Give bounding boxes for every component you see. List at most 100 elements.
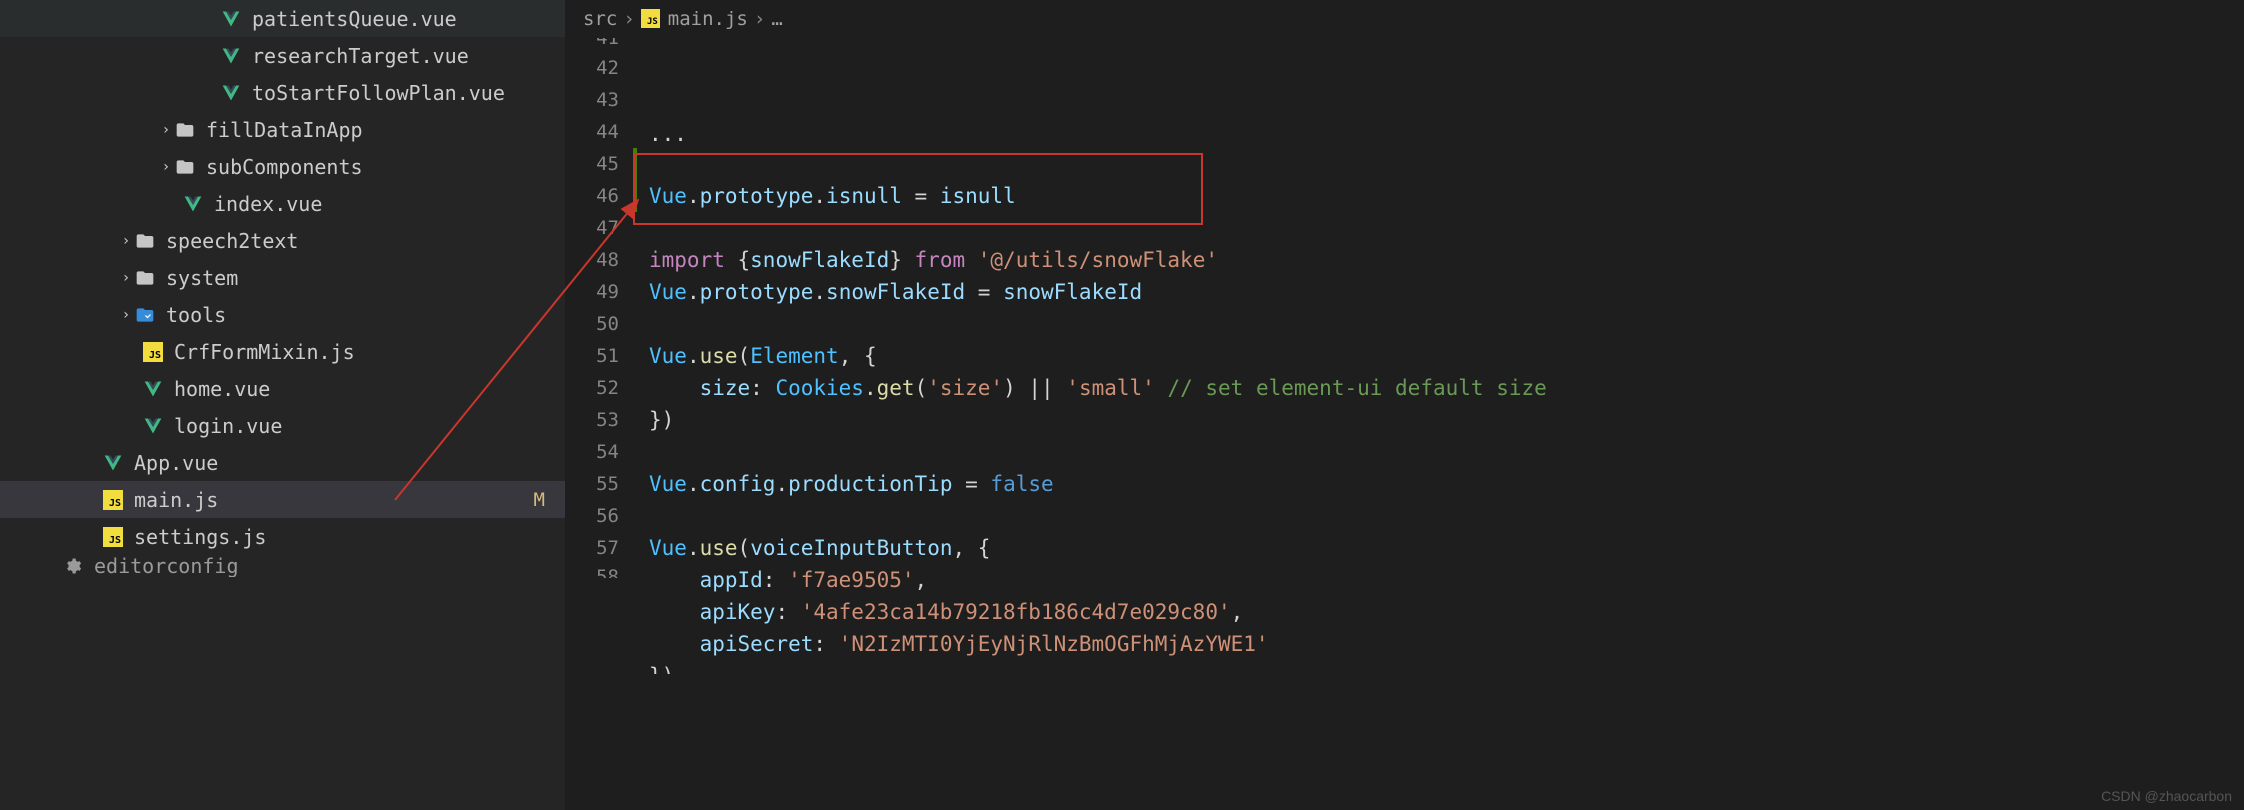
vue-icon bbox=[142, 378, 164, 400]
tree-item-home-vue[interactable]: home.vue bbox=[0, 370, 565, 407]
chevron-right-icon: › bbox=[118, 307, 134, 323]
line-number: 41 bbox=[565, 38, 619, 52]
tree-item-tools[interactable]: › tools bbox=[0, 296, 565, 333]
file-tree: patientsQueue.vue researchTarget.vue toSta… bbox=[0, 0, 565, 810]
breadcrumb-trail[interactable]: … bbox=[771, 8, 782, 30]
line-number: 57 bbox=[565, 532, 619, 564]
editor-pane: src › JS main.js › … 414243444546474849 5… bbox=[565, 0, 2244, 810]
tree-item-researchtarget-vue[interactable]: researchTarget.vue bbox=[0, 37, 565, 74]
tree-item-label: toStartFollowPlan.vue bbox=[252, 81, 565, 105]
tree-item-crfformmixin-js[interactable]: JS CrfFormMixin.js bbox=[0, 333, 565, 370]
tree-item-app-vue[interactable]: App.vue bbox=[0, 444, 565, 481]
tree-item-label: speech2text bbox=[166, 229, 565, 253]
code-line[interactable]: size: Cookies.get('size') || 'small' // … bbox=[649, 372, 2244, 404]
tree-item-label: subComponents bbox=[206, 155, 565, 179]
line-number: 42 bbox=[565, 52, 619, 84]
code-line[interactable] bbox=[649, 436, 2244, 468]
chevron-right-icon: › bbox=[158, 122, 174, 138]
code-line[interactable]: Vue.config.productionTip = false bbox=[649, 468, 2244, 500]
code-line[interactable]: }) bbox=[649, 660, 2244, 674]
vue-icon bbox=[142, 415, 164, 437]
tree-item-label: App.vue bbox=[134, 451, 565, 475]
vue-icon bbox=[182, 193, 204, 215]
tree-item-settings-js[interactable]: JSsettings.js bbox=[0, 518, 565, 555]
tree-item-main-js[interactable]: JS main.jsM bbox=[0, 481, 565, 518]
watermark: CSDN @zhaocarbon bbox=[2101, 788, 2232, 804]
breadcrumb-separator: › bbox=[754, 8, 765, 30]
chevron-right-icon: › bbox=[158, 159, 174, 175]
line-number: 52 bbox=[565, 372, 619, 404]
code-area[interactable]: 414243444546474849505152535455565758 ...… bbox=[565, 38, 2244, 810]
breadcrumb[interactable]: src › JS main.js › … bbox=[565, 0, 2244, 38]
folder-icon bbox=[174, 119, 196, 141]
vue-icon bbox=[220, 8, 242, 30]
tree-item-label: patientsQueue.vue bbox=[252, 7, 565, 31]
tools-folder-icon bbox=[134, 304, 156, 326]
tree-item-filldatainapp[interactable]: › fillDataInApp bbox=[0, 111, 565, 148]
code-line[interactable] bbox=[649, 148, 2244, 180]
line-number: 48 bbox=[565, 244, 619, 276]
tree-item-label: editorconfig bbox=[94, 555, 565, 577]
breadcrumb-folder[interactable]: src bbox=[583, 8, 617, 30]
tree-item-label: main.js bbox=[134, 488, 534, 512]
breadcrumb-separator: › bbox=[623, 8, 634, 30]
line-number: 56 bbox=[565, 500, 619, 532]
code-line[interactable]: }) bbox=[649, 404, 2244, 436]
line-number: 55 bbox=[565, 468, 619, 500]
line-gutter: 414243444546474849505152535455565758 bbox=[565, 38, 637, 810]
tree-item-login-vue[interactable]: login.vue bbox=[0, 407, 565, 444]
tree-item-speech2text[interactable]: ›speech2text bbox=[0, 222, 565, 259]
folder-icon bbox=[134, 267, 156, 289]
line-number: 47 bbox=[565, 212, 619, 244]
line-number: 58 bbox=[565, 564, 619, 578]
code-line[interactable]: ... bbox=[649, 134, 2244, 148]
code-line[interactable] bbox=[649, 500, 2244, 532]
line-number: 43 bbox=[565, 84, 619, 116]
tree-item-subcomponents[interactable]: › subComponents bbox=[0, 148, 565, 185]
folder-icon bbox=[134, 230, 156, 252]
tree-item-editorconfig[interactable]: editorconfig bbox=[0, 555, 565, 577]
code-line[interactable]: Vue.prototype.snowFlakeId = snowFlakeId bbox=[649, 276, 2244, 308]
tree-item-patientsqueue-vue[interactable]: patientsQueue.vue bbox=[0, 0, 565, 37]
code-line[interactable]: apiSecret: 'N2IzMTI0YjEyNjRlNzBmOGFhMjAz… bbox=[649, 628, 2244, 660]
code-line[interactable]: Vue.prototype.isnull = isnull bbox=[649, 180, 2244, 212]
chevron-right-icon: › bbox=[118, 270, 134, 286]
tree-item-label: fillDataInApp bbox=[206, 118, 565, 142]
tree-item-label: CrfFormMixin.js bbox=[174, 340, 565, 364]
line-number: 49 bbox=[565, 276, 619, 308]
code-line[interactable] bbox=[649, 212, 2244, 244]
line-number: 45 bbox=[565, 148, 619, 180]
tree-item-label: home.vue bbox=[174, 377, 565, 401]
vue-icon bbox=[220, 82, 242, 104]
vue-icon bbox=[102, 452, 124, 474]
tree-item-label: system bbox=[166, 266, 565, 290]
line-number: 46 bbox=[565, 180, 619, 212]
tree-item-system[interactable]: › system bbox=[0, 259, 565, 296]
code-line[interactable] bbox=[649, 308, 2244, 340]
tree-item-label: researchTarget.vue bbox=[252, 44, 565, 68]
breadcrumb-file[interactable]: main.js bbox=[668, 8, 748, 30]
code-line[interactable]: Vue.use(voiceInputButton, { bbox=[649, 532, 2244, 564]
code-content[interactable]: ... Vue.prototype.isnull = isnull import {… bbox=[637, 38, 2244, 810]
line-number: 54 bbox=[565, 436, 619, 468]
line-number: 51 bbox=[565, 340, 619, 372]
tree-item-label: login.vue bbox=[174, 414, 565, 438]
js-icon: JS bbox=[142, 341, 164, 363]
file-explorer-sidebar: patientsQueue.vue researchTarget.vue toSta… bbox=[0, 0, 565, 810]
folder-icon bbox=[174, 156, 196, 178]
line-number: 44 bbox=[565, 116, 619, 148]
modified-badge: M bbox=[534, 489, 545, 511]
tree-item-label: tools bbox=[166, 303, 565, 327]
code-line[interactable]: appId: 'f7ae9505', bbox=[649, 564, 2244, 596]
code-line[interactable]: Vue.use(Element, { bbox=[649, 340, 2244, 372]
vue-icon bbox=[220, 45, 242, 67]
tree-item-tostartfollowplan-vue[interactable]: toStartFollowPlan.vue bbox=[0, 74, 565, 111]
tree-item-index-vue[interactable]: index.vue bbox=[0, 185, 565, 222]
code-line[interactable]: import {snowFlakeId} from '@/utils/snowF… bbox=[649, 244, 2244, 276]
line-number: 53 bbox=[565, 404, 619, 436]
js-icon: JS bbox=[102, 526, 124, 548]
js-icon: JS bbox=[102, 489, 124, 511]
gear-icon bbox=[62, 555, 84, 577]
js-icon: JS bbox=[641, 9, 660, 28]
code-line[interactable]: apiKey: '4afe23ca14b79218fb186c4d7e029c8… bbox=[649, 596, 2244, 628]
